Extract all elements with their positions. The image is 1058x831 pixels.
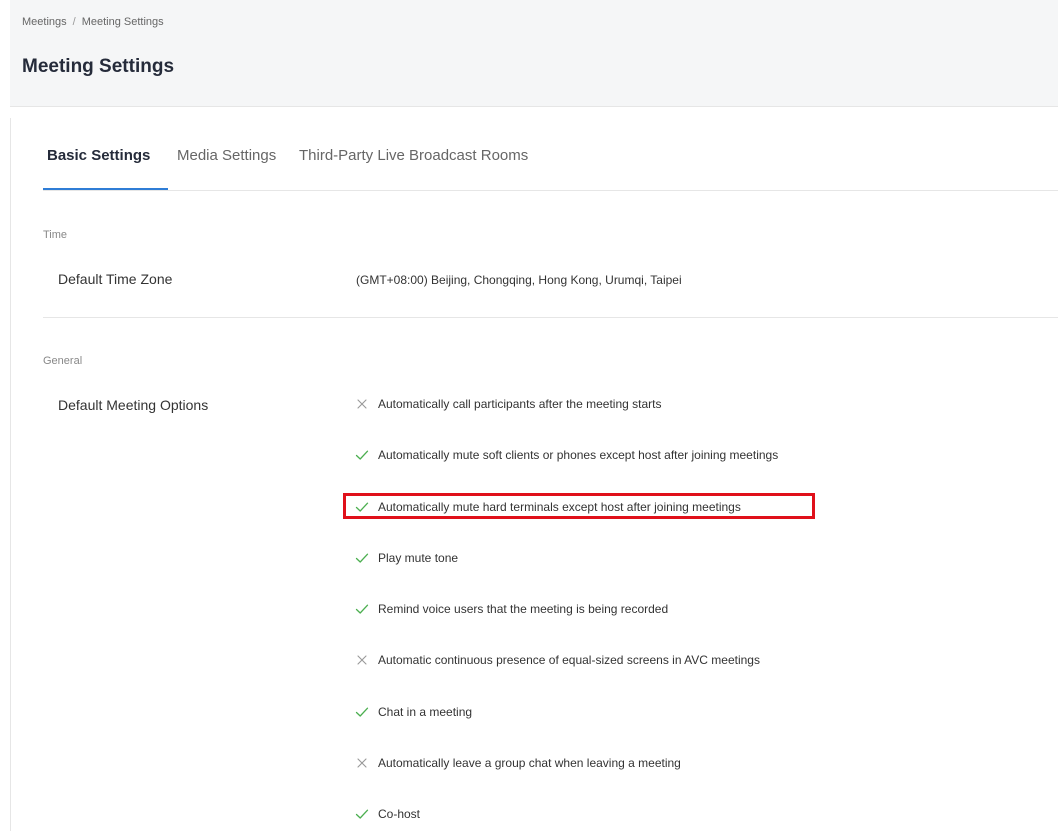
check-icon bbox=[354, 806, 370, 822]
breadcrumb-item-meeting-settings: Meeting Settings bbox=[81, 16, 164, 28]
meeting-option-text: Play mute tone bbox=[378, 551, 459, 565]
content-border bbox=[10, 118, 11, 831]
page-title: Meeting Settings bbox=[22, 56, 175, 77]
tab-media-settings[interactable]: Media Settings bbox=[177, 147, 276, 164]
meeting-option: Automatic continuous presence of equal-s… bbox=[354, 650, 760, 670]
meeting-option-text: Automatically call participants after th… bbox=[378, 397, 662, 411]
meeting-option: Chat in a meeting bbox=[354, 702, 472, 722]
meeting-option-text: Automatic continuous presence of equal-s… bbox=[378, 653, 760, 667]
cross-icon bbox=[354, 396, 370, 412]
check-icon bbox=[354, 550, 370, 566]
breadcrumb-separator: / bbox=[72, 16, 76, 28]
check-icon bbox=[354, 601, 370, 617]
default-time-zone-value: (GMT+08:00) Beijing, Chongqing, Hong Kon… bbox=[356, 273, 682, 287]
section-label-general: General bbox=[43, 355, 83, 367]
default-meeting-options-label: Default Meeting Options bbox=[58, 397, 209, 413]
cross-icon bbox=[354, 652, 370, 668]
default-time-zone-label: Default Time Zone bbox=[58, 271, 173, 287]
section-label-time: Time bbox=[43, 229, 68, 241]
breadcrumb: Meetings / Meeting Settings bbox=[22, 16, 164, 28]
meeting-option: Remind voice users that the meeting is b… bbox=[354, 599, 668, 619]
meeting-option-text: Co-host bbox=[378, 807, 421, 821]
cross-icon bbox=[354, 755, 370, 771]
meeting-option: Automatically mute soft clients or phone… bbox=[354, 445, 778, 465]
breadcrumb-item-meetings[interactable]: Meetings bbox=[22, 16, 67, 28]
meeting-option-text: Automatically mute soft clients or phone… bbox=[378, 448, 779, 462]
check-icon bbox=[354, 704, 370, 720]
meeting-option: Play mute tone bbox=[354, 548, 458, 568]
meeting-option-text: Automatically leave a group chat when le… bbox=[378, 756, 681, 770]
tab-third-party-live-broadcast-rooms[interactable]: Third-Party Live Broadcast Rooms bbox=[299, 147, 528, 164]
meeting-option: Automatically call participants after th… bbox=[354, 394, 661, 414]
meeting-option-text: Chat in a meeting bbox=[378, 705, 473, 719]
tab-basic-settings[interactable]: Basic Settings bbox=[47, 147, 150, 164]
check-icon bbox=[354, 447, 370, 463]
page-header: Meetings / Meeting Settings Meeting Settin… bbox=[10, 0, 1058, 107]
tab-bar: Basic Settings Media Settings Third-Part… bbox=[43, 135, 1058, 191]
highlight-box bbox=[343, 493, 815, 519]
section-divider bbox=[43, 317, 1058, 318]
meeting-option: Co-host bbox=[354, 804, 420, 824]
meeting-option-text: Remind voice users that the meeting is b… bbox=[378, 602, 669, 616]
meeting-option: Automatically leave a group chat when le… bbox=[354, 753, 681, 773]
active-tab-indicator bbox=[43, 188, 168, 190]
